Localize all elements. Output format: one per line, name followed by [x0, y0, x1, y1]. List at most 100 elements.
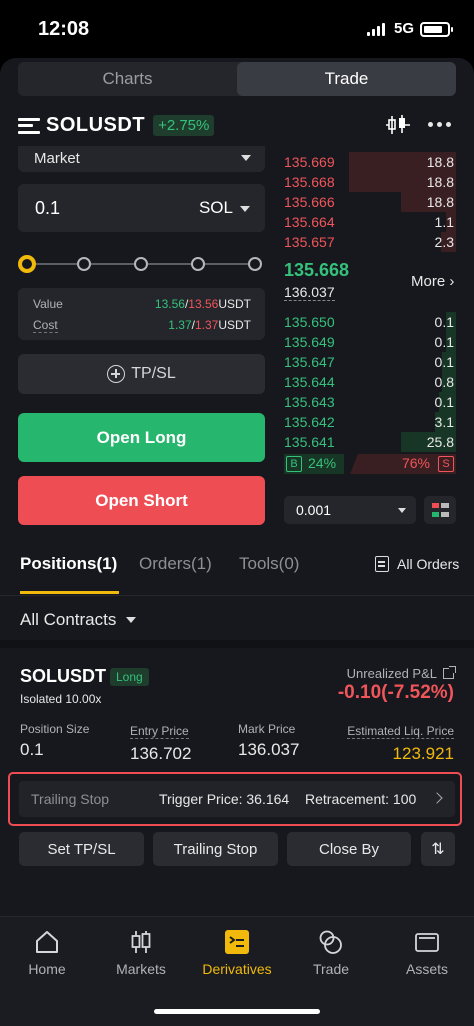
tab-tools[interactable]: Tools(0) [239, 554, 299, 574]
quantity-value: 0.1 [35, 198, 61, 218]
tab-trade[interactable]: Trade [237, 62, 456, 96]
caret-down-icon[interactable] [240, 206, 250, 212]
slider-handle[interactable] [18, 255, 36, 273]
more-options-icon[interactable] [428, 116, 454, 132]
nav-markets[interactable]: Markets [94, 929, 188, 977]
all-orders-link[interactable]: All Orders [375, 556, 459, 572]
open-long-button[interactable]: Open Long [18, 413, 265, 462]
tpsl-button[interactable]: TP/SL [18, 354, 265, 394]
network-label: 5G [394, 20, 415, 37]
bid-row[interactable]: 135.647 0.1 [284, 352, 456, 372]
app-container: Charts Trade SOLUSDT +2.75% Market 0.1 S… [0, 58, 474, 1026]
bid-row[interactable]: 135.641 25.8 [284, 432, 456, 452]
order-type-select[interactable]: Market [18, 146, 265, 172]
position-size-value: 0.1 [20, 740, 44, 759]
tab-charts[interactable]: Charts [18, 62, 237, 96]
ask-row[interactable]: 135.668 18.8 [284, 172, 456, 192]
liq-price-label: Estimated Liq. Price [347, 724, 454, 739]
set-tpsl-button[interactable]: Set TP/SL [19, 832, 144, 866]
more-link[interactable]: More › [411, 273, 454, 290]
share-icon[interactable] [443, 666, 456, 679]
quantity-slider[interactable] [18, 254, 265, 274]
ask-quantity: 2.3 [434, 234, 454, 250]
slider-step-100[interactable] [248, 257, 262, 271]
open-short-button[interactable]: Open Short [18, 476, 265, 525]
depth-select[interactable]: 0.001 [284, 496, 416, 524]
active-tab-indicator [20, 591, 119, 594]
nav-markets-label: Markets [116, 961, 166, 977]
nav-trade-label: Trade [312, 961, 350, 977]
slider-step-50[interactable] [134, 257, 148, 271]
trade-icon [319, 930, 342, 954]
value-label: Value [33, 297, 63, 311]
document-icon [375, 556, 389, 572]
ask-price: 135.664 [284, 214, 335, 230]
ask-price: 135.669 [284, 154, 335, 170]
wallet-icon [415, 933, 439, 952]
nav-assets[interactable]: Assets [380, 929, 474, 977]
tpsl-label: TP/SL [131, 365, 176, 382]
sell-badge: S [438, 456, 454, 472]
home-indicator[interactable] [154, 1009, 320, 1014]
bid-row[interactable]: 135.642 3.1 [284, 412, 456, 432]
mark-price-value: 136.037 [238, 740, 300, 759]
nav-derivatives[interactable]: Derivatives [190, 929, 284, 977]
bid-row[interactable]: 135.649 0.1 [284, 332, 456, 352]
position-symbol[interactable]: SOLUSDT [20, 666, 106, 687]
positions-tabs: Positions(1) Orders(1) Tools(0) All Orde… [0, 548, 474, 596]
upnl-label: Unrealized P&L [346, 666, 437, 681]
bid-row[interactable]: 135.643 0.1 [284, 392, 456, 412]
chevron-right-icon: › [449, 273, 455, 290]
contracts-filter[interactable]: All Contracts [20, 610, 137, 630]
value-buy: 13.56 [154, 297, 185, 311]
trigger-price: Trigger Price: 36.164 [159, 791, 290, 807]
bid-quantity: 3.1 [434, 414, 454, 430]
status-time: 12:08 [38, 18, 90, 40]
caret-down-icon [126, 617, 137, 623]
nav-home[interactable]: Home [0, 929, 94, 977]
tab-positions[interactable]: Positions(1) [20, 554, 117, 574]
symbol-selector[interactable]: SOLUSDT +2.75% [18, 114, 215, 137]
last-price: 135.668 [284, 260, 350, 280]
cost-label: Cost [33, 318, 58, 333]
caret-down-icon [241, 155, 251, 161]
tab-orders[interactable]: Orders(1) [139, 554, 212, 574]
trailing-stop-row[interactable]: Trailing Stop Trigger Price: 36.164 Retr… [19, 781, 455, 817]
slider-step-75[interactable] [191, 257, 205, 271]
trailing-stop-label: Trailing Stop [31, 791, 110, 807]
ask-row[interactable]: 135.666 18.8 [284, 192, 456, 212]
candlestick-icon[interactable] [386, 114, 410, 136]
all-orders-label: All Orders [397, 556, 460, 572]
close-by-button[interactable]: Close By [287, 832, 411, 866]
bid-quantity: 0.1 [434, 394, 454, 410]
bid-row[interactable]: 135.644 0.8 [284, 372, 456, 392]
ask-row[interactable]: 135.664 1.1 [284, 212, 456, 232]
ask-price: 135.668 [284, 174, 335, 190]
ask-row[interactable]: 135.657 2.3 [284, 232, 456, 252]
caret-down-icon [398, 508, 406, 513]
quantity-unit[interactable]: SOL [199, 198, 233, 218]
bid-row[interactable]: 135.650 0.1 [284, 312, 456, 332]
trailing-stop-button[interactable]: Trailing Stop [153, 832, 278, 866]
quantity-input[interactable]: 0.1 SOL [18, 184, 265, 232]
buy-percent: 24% [308, 455, 337, 471]
bid-price: 135.641 [284, 434, 335, 450]
orderbook-layout-icon[interactable] [424, 496, 456, 524]
slider-step-25[interactable] [77, 257, 91, 271]
view-switcher: Charts Trade [18, 62, 456, 96]
ask-row[interactable]: 135.669 18.8 [284, 152, 456, 172]
depth-value: 0.001 [296, 502, 332, 518]
symbol-name: SOLUSDT [46, 114, 146, 136]
upnl-label-row[interactable]: Unrealized P&L [346, 666, 456, 681]
bid-quantity: 0.1 [434, 354, 454, 370]
margin-mode: Isolated 10.00x [20, 692, 102, 706]
cost-sell: 1.37 [194, 318, 219, 332]
reverse-position-icon[interactable]: ⇅ [421, 832, 455, 866]
ask-quantity: 18.8 [426, 194, 454, 210]
bid-price: 135.650 [284, 314, 335, 330]
order-type-value: Market [34, 150, 80, 167]
bid-quantity: 0.8 [434, 374, 454, 390]
position-size-label: Position Size [20, 722, 90, 736]
nav-trade[interactable]: Trade [284, 929, 378, 977]
orderbook-bids: 135.650 0.1 135.649 0.1 135.647 0.1 135.644 0.8… [284, 312, 456, 452]
